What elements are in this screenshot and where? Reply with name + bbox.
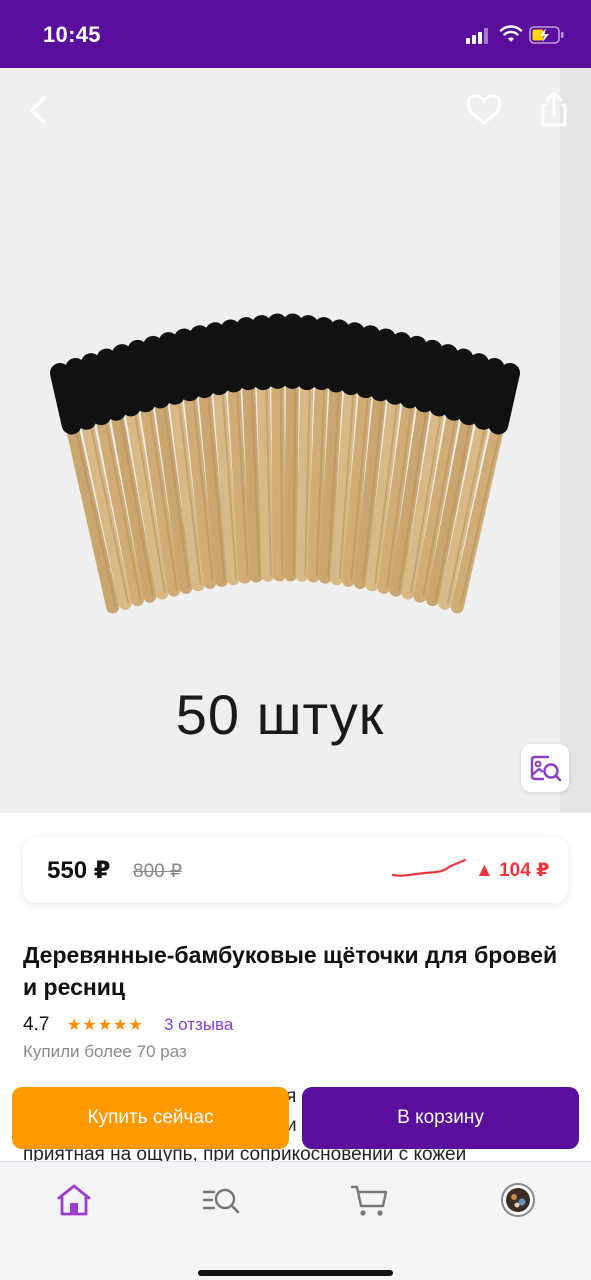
buy-now-button[interactable]: Купить сейчас xyxy=(12,1087,289,1149)
product-image[interactable]: 50 штук xyxy=(0,68,591,813)
brush-stick xyxy=(267,313,288,582)
back-icon[interactable] xyxy=(18,88,62,132)
reviews-link[interactable]: 3 отзыва xyxy=(164,1015,233,1035)
image-search-icon xyxy=(530,755,562,782)
product-title: Деревянные-бамбуковые щёточки для бровей… xyxy=(23,942,558,1000)
catalog-search-icon[interactable] xyxy=(200,1180,244,1220)
old-price: 800 ₽ xyxy=(133,861,183,882)
current-price: 550 ₽ xyxy=(47,857,111,884)
rating-value: 4.7 xyxy=(23,1014,50,1035)
home-icon[interactable] xyxy=(52,1180,96,1220)
brush-stick xyxy=(282,313,303,582)
battery-charging-icon xyxy=(529,26,564,44)
heart-icon[interactable] xyxy=(462,88,506,132)
avatar[interactable] xyxy=(496,1180,540,1220)
photo-search-button[interactable] xyxy=(521,744,569,792)
image-caption: 50 штук xyxy=(175,683,385,746)
price-card[interactable]: 550 ₽ 800 ₽ ▲ 104 ₽ xyxy=(23,837,568,903)
price-trend-sparkline xyxy=(391,858,467,877)
add-to-cart-button[interactable]: В корзину xyxy=(302,1087,579,1149)
bottom-tab-bar xyxy=(0,1161,591,1280)
purchase-count: Купили более 70 раз xyxy=(23,1042,187,1061)
home-indicator xyxy=(198,1270,393,1276)
status-bar: 10:45 xyxy=(0,0,591,68)
cellular-signal-icon xyxy=(466,28,492,44)
share-icon[interactable] xyxy=(532,88,576,132)
cart-icon[interactable] xyxy=(348,1180,392,1220)
wifi-icon xyxy=(499,25,523,42)
next-photo-peek xyxy=(560,68,591,813)
brushes-illustration xyxy=(50,313,520,614)
star-rating-icon: ★★★★★ xyxy=(67,1017,144,1034)
status-time: 10:45 xyxy=(43,22,101,47)
price-change: ▲ 104 ₽ xyxy=(475,860,550,881)
